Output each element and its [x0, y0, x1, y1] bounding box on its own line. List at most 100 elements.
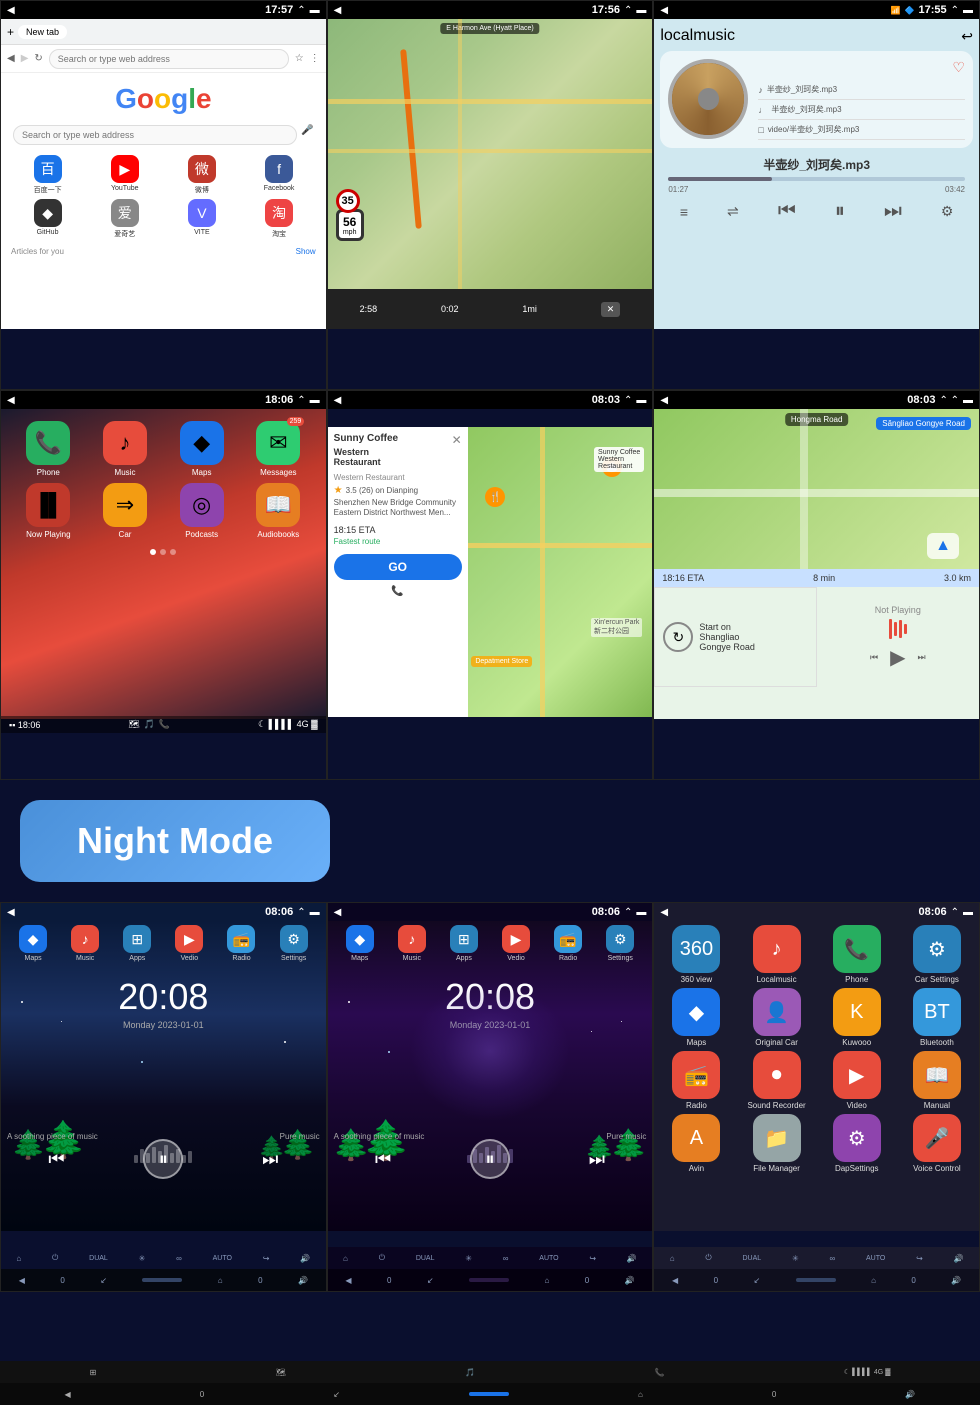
- sl-n7[interactable]: [142, 1278, 182, 1282]
- back-arrow-s7[interactable]: ◀: [7, 907, 15, 918]
- loop-s7[interactable]: ∞: [176, 1254, 182, 1263]
- power-s8[interactable]: ⏻: [379, 1253, 385, 1263]
- expand-icon-s1[interactable]: ⌃: [297, 5, 305, 16]
- carplay-app-maps[interactable]: ◆ Maps: [166, 421, 237, 477]
- c-n9[interactable]: ↙: [754, 1276, 761, 1285]
- menu-icon-s2[interactable]: ▬: [636, 5, 646, 16]
- app-voicecontrol[interactable]: 🎤 Voice Control: [899, 1114, 975, 1173]
- carplay-app-nowplaying[interactable]: ▐▌ Now Playing: [13, 483, 84, 539]
- back-arrow-s2[interactable]: ◀: [334, 5, 342, 16]
- loop-s8[interactable]: ∞: [503, 1254, 509, 1263]
- app-radio[interactable]: 📻 Radio: [658, 1051, 734, 1110]
- c-n8[interactable]: ↙: [427, 1276, 434, 1285]
- music-back-icon[interactable]: ↩: [961, 28, 973, 45]
- home-s9[interactable]: ⌂: [670, 1254, 675, 1263]
- heart-icon[interactable]: ♡: [952, 59, 965, 76]
- carplay-app-music[interactable]: ♪ Music: [90, 421, 161, 477]
- app-originalcar[interactable]: 👤 Original Car: [738, 988, 814, 1047]
- mini-app-radio[interactable]: 📻 Radio: [227, 925, 255, 962]
- next-btn2[interactable]: ⏭: [589, 1149, 605, 1170]
- expand-icon-s3[interactable]: ⌃: [951, 5, 959, 16]
- ret-s9[interactable]: ↪: [916, 1254, 923, 1263]
- mini-app-music[interactable]: ♪ Music: [71, 925, 99, 962]
- prev-btn2[interactable]: ⏮: [375, 1149, 391, 1170]
- nav-forward[interactable]: ▶: [21, 53, 29, 64]
- auto-s7[interactable]: AUTO: [213, 1255, 232, 1262]
- c-n7[interactable]: ↙: [100, 1276, 107, 1285]
- home-s7[interactable]: ⌂: [16, 1254, 21, 1263]
- expand-s8[interactable]: ⌃: [624, 907, 632, 918]
- prev-btn1[interactable]: ⏮: [48, 1149, 64, 1170]
- sl-n8[interactable]: [469, 1278, 509, 1282]
- expand-s5[interactable]: ⌃: [624, 395, 632, 406]
- back-arrow-s6[interactable]: ◀: [660, 395, 668, 406]
- go-button[interactable]: GO: [334, 554, 462, 580]
- shortcut-youtube[interactable]: ▶ YouTube: [88, 155, 161, 195]
- dual-s9[interactable]: DUAL: [742, 1255, 761, 1262]
- sl-n9[interactable]: [796, 1278, 836, 1282]
- v2-n8[interactable]: 🔊: [625, 1276, 635, 1285]
- expand-icon-s2[interactable]: ⌃: [624, 5, 632, 16]
- ret-s8[interactable]: ↪: [589, 1254, 596, 1263]
- ret-s7[interactable]: ↪: [263, 1254, 270, 1263]
- shortcut-baidu[interactable]: 百 百度一下: [11, 155, 84, 195]
- expand-s9[interactable]: ⌃: [951, 907, 959, 918]
- mini-app-settings[interactable]: ⚙ Settings: [280, 925, 308, 962]
- mini-app-radio2[interactable]: 📻 Radio: [554, 925, 582, 962]
- menu-icon-s1[interactable]: ▬: [310, 5, 320, 16]
- dual-s8[interactable]: DUAL: [416, 1255, 435, 1262]
- back-arrow-s5[interactable]: ◀: [334, 395, 342, 406]
- mini-app-settings2[interactable]: ⚙ Settings: [606, 925, 634, 962]
- app-phone[interactable]: 📞 Phone: [819, 925, 895, 984]
- home-s8[interactable]: ⌂: [343, 1254, 348, 1263]
- shortcut-github[interactable]: ◆ GitHub: [11, 199, 84, 239]
- b2-n7[interactable]: ◀: [19, 1276, 25, 1285]
- play-btn2[interactable]: ⏸: [470, 1139, 510, 1179]
- shortcut-iqiyi[interactable]: 爱 爱奇艺: [88, 199, 161, 239]
- expand-s7[interactable]: ⌃: [297, 907, 305, 918]
- track-1[interactable]: ♪ 半壶纱_刘珂矣.mp3: [758, 80, 965, 100]
- back-arrow-s4[interactable]: ◀: [7, 395, 15, 406]
- playlist-btn[interactable]: ≡: [680, 204, 688, 220]
- prev-btn[interactable]: ⏮: [778, 200, 796, 223]
- b2-n9[interactable]: ◀: [672, 1276, 678, 1285]
- carplay-app-phone[interactable]: 📞 Phone: [13, 421, 84, 477]
- app-maps[interactable]: ◆ Maps: [658, 988, 734, 1047]
- menu-s5[interactable]: ▬: [636, 395, 646, 406]
- h2-n7[interactable]: ⌂: [218, 1276, 223, 1285]
- back-arrow-s8[interactable]: ◀: [334, 907, 342, 918]
- mini-app-maps2[interactable]: ◆ Maps: [346, 925, 374, 962]
- browser-tab[interactable]: New tab: [18, 25, 67, 39]
- b2-n8[interactable]: ◀: [345, 1276, 351, 1285]
- menu-s4[interactable]: ▬: [310, 395, 320, 406]
- carplay-app-messages[interactable]: ✉ 259 Messages: [243, 421, 314, 477]
- dot-2[interactable]: [160, 549, 166, 555]
- url-input[interactable]: [49, 49, 289, 69]
- mini-app-music2[interactable]: ♪ Music: [398, 925, 426, 962]
- more-icon[interactable]: ⋮: [310, 53, 320, 64]
- menu-icon-s3[interactable]: ▬: [963, 5, 973, 16]
- shortcut-vite[interactable]: V VITE: [165, 199, 238, 239]
- pause-btn[interactable]: ⏸: [835, 200, 845, 223]
- app-video[interactable]: ▶ Video: [819, 1051, 895, 1110]
- h2-n9[interactable]: ⌂: [871, 1276, 876, 1285]
- next-btn1[interactable]: ⏭: [262, 1149, 278, 1170]
- app-dapsettings[interactable]: ⚙ DapSettings: [819, 1114, 895, 1173]
- v2-n9[interactable]: 🔊: [951, 1276, 961, 1285]
- spotify-icon[interactable]: 🎵: [144, 719, 155, 730]
- panel-close[interactable]: ✕: [452, 433, 462, 447]
- close-nav-btn[interactable]: ✕: [601, 302, 621, 317]
- shuffle-btn[interactable]: ⇌: [727, 203, 739, 220]
- vol-s7[interactable]: 🔊: [300, 1254, 310, 1263]
- vol-s8[interactable]: 🔊: [627, 1254, 637, 1263]
- music-next-s6[interactable]: ⏭: [918, 652, 926, 663]
- show-label[interactable]: Show: [296, 247, 316, 256]
- menu-s8[interactable]: ▬: [636, 907, 646, 918]
- menu-s7[interactable]: ▬: [310, 907, 320, 918]
- app-localmusic[interactable]: ♪ Localmusic: [738, 925, 814, 984]
- snow-s7[interactable]: ✳: [139, 1254, 146, 1263]
- start-action[interactable]: ↻ Start onShangliaoGongye Road: [654, 587, 816, 687]
- shortcut-facebook[interactable]: f Facebook: [242, 155, 315, 195]
- app-kuwooo[interactable]: K Kuwooo: [819, 988, 895, 1047]
- phone-icon-row[interactable]: 📞: [334, 586, 462, 597]
